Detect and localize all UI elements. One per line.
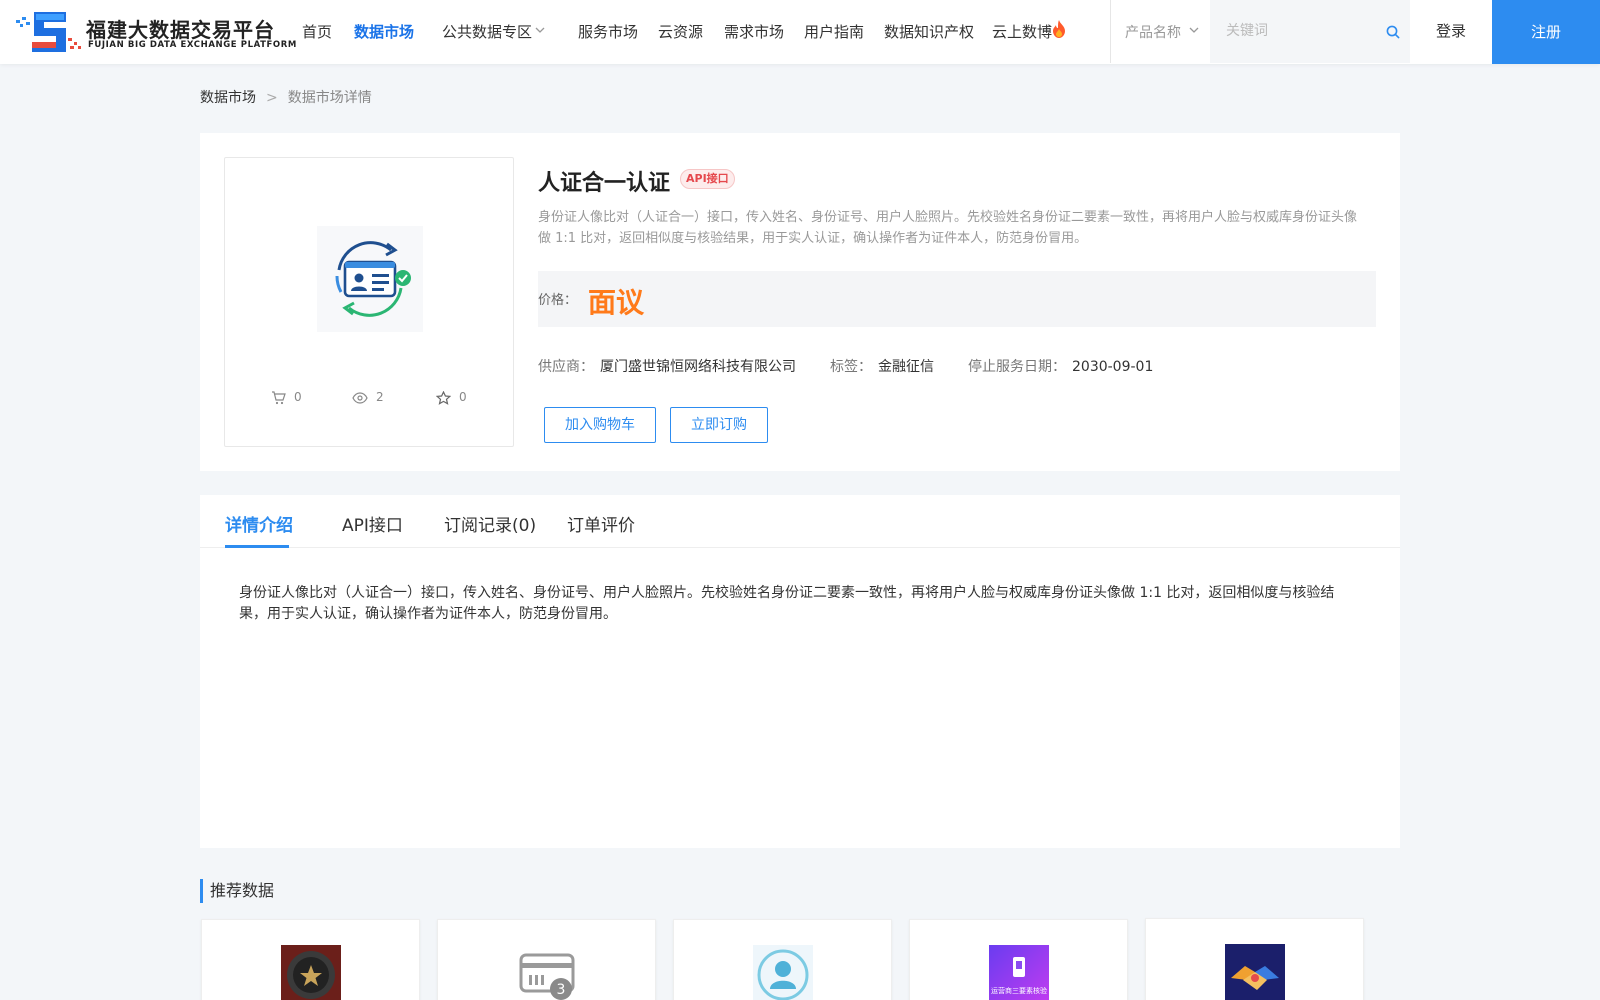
tag-value: 金融征信: [878, 359, 934, 375]
cart-count: 0: [294, 390, 302, 404]
top-header: 福建大数据交易平台 FUJIAN BIG DATA EXCHANGE PLATF…: [0, 0, 1600, 64]
login-button[interactable]: 登录: [1410, 0, 1492, 63]
chevron-down-icon: [1189, 27, 1199, 33]
face-avatar-icon: [753, 945, 813, 1000]
product-title: 人证合一认证: [538, 171, 671, 196]
shopping-cart-icon: [272, 390, 286, 404]
breadcrumb-data-market[interactable]: 数据市场: [200, 90, 256, 106]
tag-info: 标签： 金融征信: [830, 356, 934, 376]
phone-verify-caption: 运营商三要素核验: [991, 986, 1047, 995]
badge-icon: [281, 945, 341, 1000]
views-count: 2: [376, 390, 384, 404]
breadcrumb-separator: >: [266, 90, 278, 106]
star-icon: [435, 390, 452, 405]
tab-api[interactable]: API接口: [342, 511, 403, 536]
stop-date-label: 停止服务日期：: [968, 359, 1066, 375]
tab-bar: 详情介绍 API接口 订阅记录(0) 订单评价: [200, 495, 1400, 548]
breadcrumb-current: 数据市场详情: [287, 90, 372, 106]
recommend-card[interactable]: 3: [437, 919, 656, 1000]
search-category-select[interactable]: 产品名称: [1111, 0, 1209, 63]
stop-date-info: 停止服务日期： 2030-09-01: [968, 356, 1153, 376]
nav-demand-market[interactable]: 需求市场: [724, 21, 784, 42]
tab-details[interactable]: 详情介绍: [225, 511, 293, 536]
favorites-stat[interactable]: 0: [435, 390, 467, 405]
recommend-card[interactable]: [201, 919, 420, 1000]
handshake-icon: [1225, 944, 1285, 1000]
product-card: 0 2 0 人证合一认证 API接口 身份证人像比对（人证合一）接口，传入姓名、…: [200, 133, 1400, 471]
tab-order-reviews[interactable]: 订单评价: [567, 511, 635, 536]
tag-label: 标签：: [830, 359, 872, 375]
fire-icon: [1053, 20, 1065, 38]
supplier-label: 供应商：: [538, 359, 594, 375]
supplier-name: 厦门盛世锦恒网络科技有限公司: [600, 359, 796, 375]
nav-public-data-label: 公共数据专区: [442, 23, 533, 41]
recommend-card[interactable]: 运营商三要素核验: [909, 919, 1128, 1000]
nav-data-market[interactable]: 数据市场: [354, 21, 414, 42]
product-description: 身份证人像比对（人证合一）接口，传入姓名、身份证号、用户人脸照片。先校验姓名身份…: [538, 210, 1358, 246]
logo-mark-icon: [16, 12, 81, 52]
eye-icon: [352, 391, 368, 404]
subscribe-now-button[interactable]: 立即订购: [670, 407, 768, 443]
nav-cloud-resources[interactable]: 云资源: [658, 21, 703, 42]
supplier-info: 供应商： 厦门盛世锦恒网络科技有限公司: [538, 356, 796, 376]
recommend-card[interactable]: [673, 919, 892, 1000]
recommend-card[interactable]: [1145, 918, 1364, 1000]
recommend-title: 推荐数据: [200, 879, 274, 903]
nav-public-data[interactable]: 公共数据专区: [442, 21, 532, 42]
logo-title: 福建大数据交易平台: [86, 18, 275, 42]
active-tab-indicator: [225, 545, 289, 548]
id-verification-icon: [317, 226, 423, 332]
tab-subscription-records[interactable]: 订阅记录(0): [444, 511, 536, 536]
views-stat: 2: [352, 390, 384, 404]
phone-verify-icon: 运营商三要素核验: [989, 945, 1049, 1000]
detail-text: 身份证人像比对（人证合一）接口，传入姓名、身份证号、用户人脸照片。先校验姓名身份…: [239, 585, 1335, 622]
card-count-icon: 3: [517, 945, 577, 1000]
price-label: 价格：: [538, 293, 578, 308]
nav-cloud-expo[interactable]: 云上数博: [992, 21, 1052, 42]
logo-subtitle: FUJIAN BIG DATA EXCHANGE PLATFORM: [88, 40, 297, 50]
detail-card: 详情介绍 API接口 订阅记录(0) 订单评价 身份证人像比对（人证合一）接口，…: [200, 495, 1400, 848]
nav-home[interactable]: 首页: [302, 21, 332, 42]
card-count-badge: 3: [557, 982, 566, 998]
cart-stat: 0: [271, 390, 302, 405]
stop-date-value: 2030-09-01: [1072, 359, 1154, 375]
search-icon[interactable]: [1386, 25, 1400, 39]
api-badge: API接口: [680, 169, 735, 189]
chevron-down-icon[interactable]: [535, 27, 545, 34]
nav-user-guide[interactable]: 用户指南: [804, 21, 864, 42]
register-button[interactable]: 注册: [1492, 0, 1600, 64]
price-bar: 价格： 面议: [538, 271, 1376, 327]
site-logo[interactable]: 福建大数据交易平台 FUJIAN BIG DATA EXCHANGE PLATF…: [16, 8, 296, 56]
search-box: [1210, 0, 1410, 63]
price-value: 面议: [588, 286, 645, 319]
product-image-panel: 0 2 0: [224, 157, 514, 447]
search-input[interactable]: [1226, 20, 1376, 42]
nav-data-ip[interactable]: 数据知识产权: [884, 21, 974, 42]
breadcrumb: 数据市场 > 数据市场详情: [200, 87, 372, 107]
nav-service-market[interactable]: 服务市场: [578, 21, 638, 42]
search-category-label: 产品名称: [1125, 25, 1181, 41]
favorites-count: 0: [459, 390, 467, 404]
add-to-cart-button[interactable]: 加入购物车: [544, 407, 656, 443]
